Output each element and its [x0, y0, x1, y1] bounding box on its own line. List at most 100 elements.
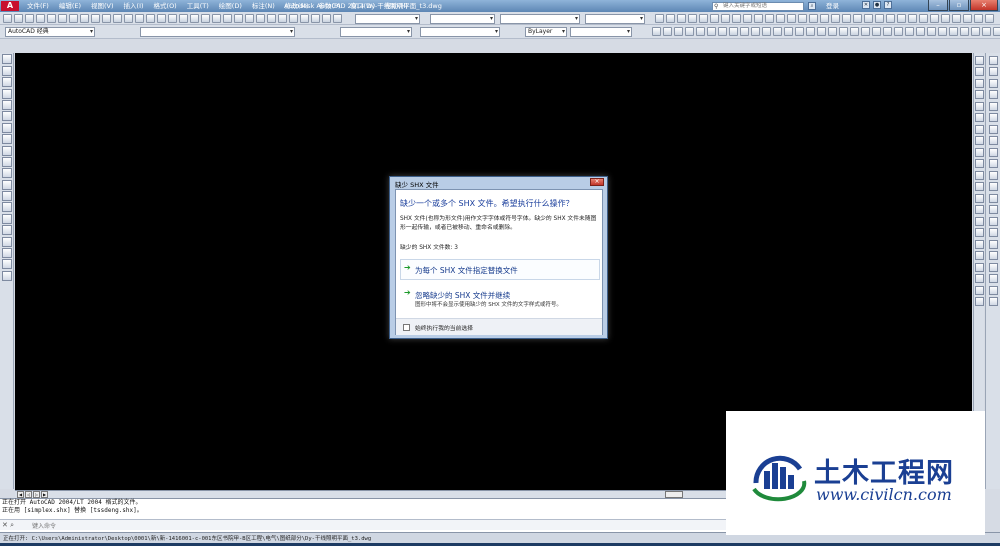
toolbar-button[interactable] — [652, 27, 661, 36]
toolbar-button[interactable] — [809, 14, 818, 23]
draw-tool-button[interactable] — [1, 259, 12, 270]
toolbar-button[interactable] — [850, 27, 859, 36]
toolbar-button[interactable] — [91, 14, 100, 23]
dimension-tool-button[interactable] — [988, 262, 998, 272]
toolbar-button[interactable] — [740, 27, 749, 36]
toolbar-button[interactable] — [718, 27, 727, 36]
draw-tool-button[interactable] — [1, 248, 12, 259]
toolbar-button[interactable] — [982, 27, 991, 36]
toolbar-button[interactable] — [886, 14, 895, 23]
modify-tool-button[interactable] — [974, 124, 984, 134]
horizontal-scrollbar[interactable] — [665, 491, 683, 498]
toolbar-button[interactable] — [828, 27, 837, 36]
modify-tool-button[interactable] — [974, 90, 984, 99]
draw-tool-button[interactable] — [1, 202, 12, 213]
modify-tool-button[interactable] — [974, 182, 984, 191]
modify-tool-button[interactable] — [974, 136, 984, 145]
toolbar-button[interactable] — [674, 27, 683, 36]
modify-tool-button[interactable] — [974, 67, 984, 76]
specify-replacement-option[interactable]: ➔ 为每个 SHX 文件指定替换文件 — [400, 259, 600, 280]
toolbar-button[interactable] — [831, 14, 840, 23]
draw-tool-button[interactable] — [1, 122, 12, 133]
toolbar-button[interactable] — [245, 14, 254, 23]
toolbar-button[interactable] — [875, 14, 884, 23]
toolbar-button[interactable] — [985, 14, 994, 23]
search-input[interactable]: 键入关键字或短语 — [712, 1, 804, 11]
modify-tool-button[interactable] — [974, 274, 984, 283]
draw-tool-button[interactable] — [1, 179, 12, 190]
last-tab-icon[interactable]: ▶ — [41, 491, 48, 498]
lineweight-select[interactable] — [570, 27, 632, 37]
modify-tool-button[interactable] — [974, 262, 984, 272]
modify-tool-button[interactable] — [974, 228, 984, 237]
toolbar-button[interactable] — [971, 27, 980, 36]
toolbar-button[interactable] — [234, 14, 243, 23]
toolbar-button[interactable] — [688, 14, 697, 23]
toolbar-button[interactable] — [663, 27, 672, 36]
dimension-tool-button[interactable] — [988, 274, 998, 283]
toolbar-button[interactable] — [135, 14, 144, 23]
modify-tool-button[interactable] — [974, 55, 984, 65]
toolbar-button[interactable] — [102, 14, 111, 23]
draw-tool-button[interactable] — [1, 88, 12, 99]
toolbar-button[interactable] — [872, 27, 881, 36]
dim-style-combo[interactable] — [430, 14, 495, 24]
toolbar-button[interactable] — [80, 14, 89, 23]
toolbar-button[interactable] — [36, 14, 45, 23]
modify-tool-button[interactable] — [974, 147, 984, 157]
toolbar-button[interactable] — [806, 27, 815, 36]
toolbar-button[interactable] — [289, 14, 298, 23]
toolbar-button[interactable] — [699, 14, 708, 23]
toolbar-button[interactable] — [853, 14, 862, 23]
toolbar-button[interactable] — [721, 14, 730, 23]
toolbar-button[interactable] — [820, 14, 829, 23]
user-icon[interactable]: ● — [873, 1, 881, 9]
toolbar-button[interactable] — [993, 27, 1000, 36]
draw-tool-button[interactable] — [1, 213, 12, 224]
draw-tool-button[interactable] — [1, 54, 12, 65]
toolbar-button[interactable] — [212, 14, 221, 23]
dimension-tool-button[interactable] — [988, 216, 998, 226]
toolbar-button[interactable] — [938, 27, 947, 36]
menu-tools[interactable]: 工具(T) — [182, 0, 214, 12]
close-icon[interactable]: ✕ ⌕ — [2, 521, 14, 530]
toolbar-button[interactable] — [908, 14, 917, 23]
toolbar-button[interactable] — [784, 27, 793, 36]
modify-tool-button[interactable] — [974, 239, 984, 249]
toolbar-button[interactable] — [113, 14, 122, 23]
modify-tool-button[interactable] — [974, 285, 984, 295]
toolbar-button[interactable] — [168, 14, 177, 23]
layer-select[interactable] — [140, 27, 295, 37]
dialog-close-button[interactable]: × — [590, 178, 604, 186]
style-select[interactable] — [420, 27, 500, 37]
toolbar-button[interactable] — [278, 14, 287, 23]
toolbar-button[interactable] — [190, 14, 199, 23]
toolbar-button[interactable] — [179, 14, 188, 23]
toolbar-button[interactable] — [842, 14, 851, 23]
toolbar-button[interactable] — [861, 27, 870, 36]
toolbar-button[interactable] — [798, 14, 807, 23]
dimension-tool-button[interactable] — [988, 251, 998, 260]
linetype-select[interactable]: ByLayer — [525, 27, 567, 37]
toolbar-button[interactable] — [333, 14, 342, 23]
toolbar-button[interactable] — [201, 14, 210, 23]
help-icon[interactable]: ? — [884, 1, 892, 9]
toolbar-button[interactable] — [883, 27, 892, 36]
dimension-tool-button[interactable] — [988, 113, 998, 122]
menu-view[interactable]: 视图(V) — [86, 0, 119, 12]
toolbar-button[interactable] — [930, 14, 939, 23]
dimension-tool-button[interactable] — [988, 239, 998, 249]
modify-tool-button[interactable] — [974, 205, 984, 214]
toolbar-button[interactable] — [817, 27, 826, 36]
draw-tool-button[interactable] — [1, 225, 12, 236]
menu-file[interactable]: 文件(F) — [22, 0, 54, 12]
toolbar-button[interactable] — [897, 14, 906, 23]
toolbar-button[interactable] — [14, 14, 23, 23]
draw-tool-button[interactable] — [1, 111, 12, 122]
toolbar-button[interactable] — [300, 14, 309, 23]
modify-tool-button[interactable] — [974, 251, 984, 260]
app-menu-button[interactable]: A — [1, 1, 19, 11]
toolbar-button[interactable] — [751, 27, 760, 36]
toolbar-button[interactable] — [963, 14, 972, 23]
dimension-tool-button[interactable] — [988, 205, 998, 214]
